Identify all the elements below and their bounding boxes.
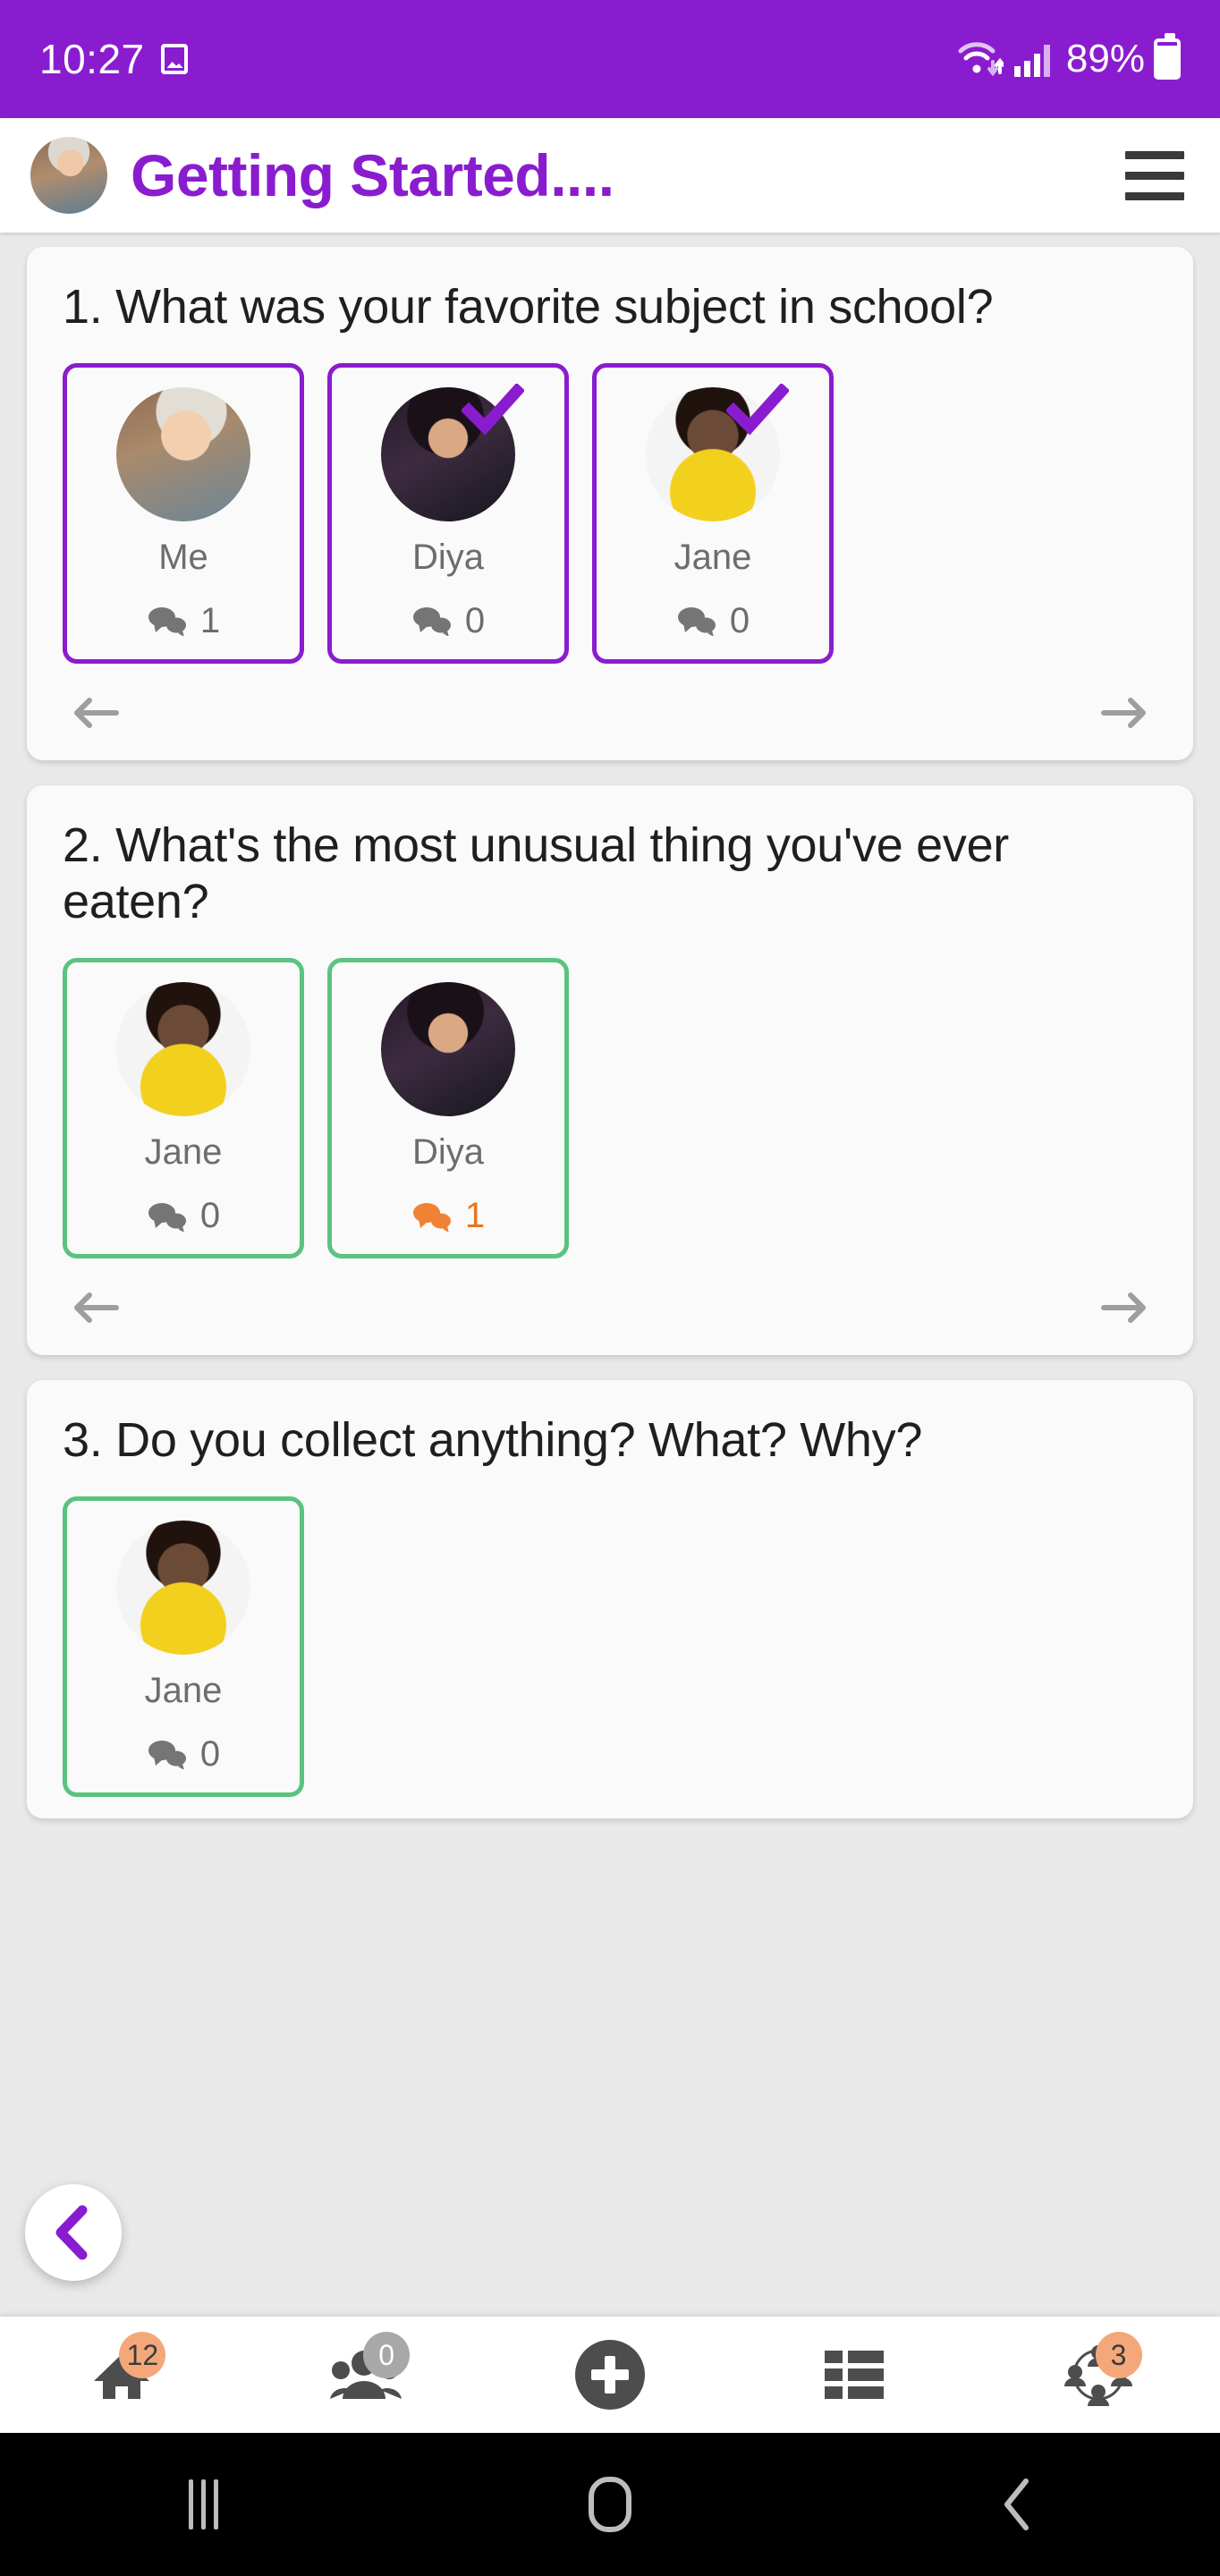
header-avatar[interactable] bbox=[30, 137, 107, 214]
plus-icon bbox=[574, 2340, 645, 2410]
answer-name: Jane bbox=[144, 1670, 223, 1710]
avatar-wrapper bbox=[116, 386, 250, 521]
comment-count: 1 bbox=[464, 1196, 486, 1236]
arrow-left-icon[interactable] bbox=[70, 1287, 120, 1328]
answer-name: Diya bbox=[411, 1132, 485, 1173]
hamburger-menu-icon[interactable] bbox=[1125, 150, 1184, 200]
nav-badge-home: 12 bbox=[119, 2332, 166, 2378]
answer-card[interactable]: Me 1 bbox=[63, 362, 304, 664]
answer-card[interactable]: Jane 0 bbox=[592, 362, 834, 664]
answer-card[interactable]: Diya 0 bbox=[327, 362, 569, 664]
answer-avatar bbox=[116, 982, 250, 1117]
android-navigation-bar bbox=[0, 2433, 1220, 2576]
comment-bubble-icon bbox=[148, 1741, 186, 1770]
comment-count: 0 bbox=[464, 600, 486, 640]
comment-meta[interactable]: 1 bbox=[147, 601, 220, 641]
comment-count: 1 bbox=[199, 600, 221, 640]
carousel-nav bbox=[63, 1287, 1157, 1334]
nav-item-group[interactable]: 3 bbox=[1031, 2330, 1165, 2419]
answer-card[interactable]: Diya 1 bbox=[327, 958, 569, 1259]
comment-bubble-icon bbox=[412, 1202, 451, 1232]
nav-item-list[interactable] bbox=[787, 2330, 921, 2419]
avatar-wrapper bbox=[116, 982, 250, 1117]
app-header: Getting Started.... bbox=[0, 118, 1220, 233]
battery-icon bbox=[1154, 33, 1181, 80]
arrow-right-icon[interactable] bbox=[1100, 1287, 1150, 1328]
question-text: 1. What was your favorite subject in sch… bbox=[63, 280, 994, 334]
image-icon bbox=[160, 44, 188, 74]
comment-bubble-icon bbox=[677, 607, 716, 637]
question-card: 2. What's the most unusual thing you've … bbox=[27, 784, 1193, 1356]
question-text: 2. What's the most unusual thing you've … bbox=[63, 818, 1009, 929]
question-card: 3. Do you collect anything? What? Why? J… bbox=[27, 1380, 1193, 1818]
answer-carousel[interactable]: Jane 0 bbox=[63, 1496, 1157, 1797]
arrow-left-icon[interactable] bbox=[70, 692, 120, 733]
back-icon bbox=[1004, 2479, 1029, 2530]
checkmark-icon bbox=[462, 383, 524, 436]
battery-percent: 89% bbox=[1065, 37, 1145, 80]
avatar-wrapper bbox=[381, 982, 515, 1117]
cellular-signal-icon bbox=[1013, 45, 1050, 77]
status-bar: 10:27 89% bbox=[0, 0, 1220, 118]
floating-back-button[interactable] bbox=[25, 2184, 122, 2281]
comment-meta[interactable]: 1 bbox=[411, 1196, 485, 1236]
avatar-wrapper bbox=[646, 383, 789, 521]
answer-name: Diya bbox=[411, 537, 485, 577]
answer-carousel[interactable]: Me 1 Diya 0 Jane 0 bbox=[63, 362, 1157, 664]
home-icon bbox=[588, 2477, 631, 2532]
question-text: 3. Do you collect anything? What? Why? bbox=[63, 1413, 923, 1468]
nav-badge-group: 3 bbox=[1095, 2332, 1142, 2378]
answer-avatar bbox=[116, 1520, 250, 1655]
questions-list[interactable]: 1. What was your favorite subject in sch… bbox=[0, 233, 1220, 2317]
status-time: 10:27 bbox=[39, 36, 145, 82]
answer-name: Jane bbox=[144, 1132, 223, 1173]
comment-count: 0 bbox=[729, 600, 750, 640]
arrow-right-icon[interactable] bbox=[1100, 692, 1150, 733]
android-home-button[interactable] bbox=[547, 2464, 673, 2545]
carousel-nav bbox=[63, 692, 1157, 739]
answer-card[interactable]: Jane 0 bbox=[63, 1496, 304, 1797]
answer-avatar bbox=[381, 982, 515, 1117]
comment-count: 0 bbox=[199, 1733, 221, 1774]
nav-item-home[interactable]: 12 bbox=[55, 2330, 189, 2419]
android-recents-button[interactable] bbox=[140, 2464, 266, 2545]
nav-item-add[interactable] bbox=[543, 2330, 677, 2419]
status-bar-left: 10:27 bbox=[39, 35, 188, 83]
comment-meta[interactable]: 0 bbox=[411, 601, 485, 641]
recents-icon bbox=[188, 2479, 218, 2529]
page-title: Getting Started.... bbox=[131, 142, 614, 208]
answer-card[interactable]: Jane 0 bbox=[63, 958, 304, 1259]
chevron-left-icon bbox=[55, 2205, 88, 2260]
comment-count: 0 bbox=[199, 1196, 221, 1236]
comment-bubble-icon bbox=[148, 607, 186, 637]
avatar-wrapper bbox=[116, 1520, 250, 1655]
status-bar-right: 89% bbox=[957, 33, 1181, 81]
answer-name: Jane bbox=[674, 537, 752, 577]
question-card: 1. What was your favorite subject in sch… bbox=[27, 247, 1193, 760]
answer-avatar bbox=[116, 386, 250, 521]
list-grid-icon bbox=[824, 2351, 884, 2399]
wifi-icon bbox=[958, 42, 1004, 77]
comment-meta[interactable]: 0 bbox=[147, 1196, 220, 1236]
bottom-navigation: 12 0 3 bbox=[0, 2317, 1220, 2433]
answer-carousel[interactable]: Jane 0 Diya 1 bbox=[63, 958, 1157, 1259]
phone-screen: 10:27 89% Getting Started.... 1. What wa… bbox=[0, 0, 1220, 2576]
nav-item-people[interactable]: 0 bbox=[299, 2330, 433, 2419]
comment-meta[interactable]: 0 bbox=[676, 601, 750, 641]
comment-bubble-icon bbox=[412, 607, 451, 637]
answer-name: Me bbox=[158, 537, 208, 577]
nav-badge-people: 0 bbox=[363, 2332, 411, 2378]
comment-meta[interactable]: 0 bbox=[147, 1734, 220, 1775]
avatar-wrapper bbox=[381, 383, 524, 521]
checkmark-icon bbox=[726, 383, 789, 436]
android-back-button[interactable] bbox=[954, 2464, 1080, 2545]
comment-bubble-icon bbox=[148, 1202, 186, 1232]
